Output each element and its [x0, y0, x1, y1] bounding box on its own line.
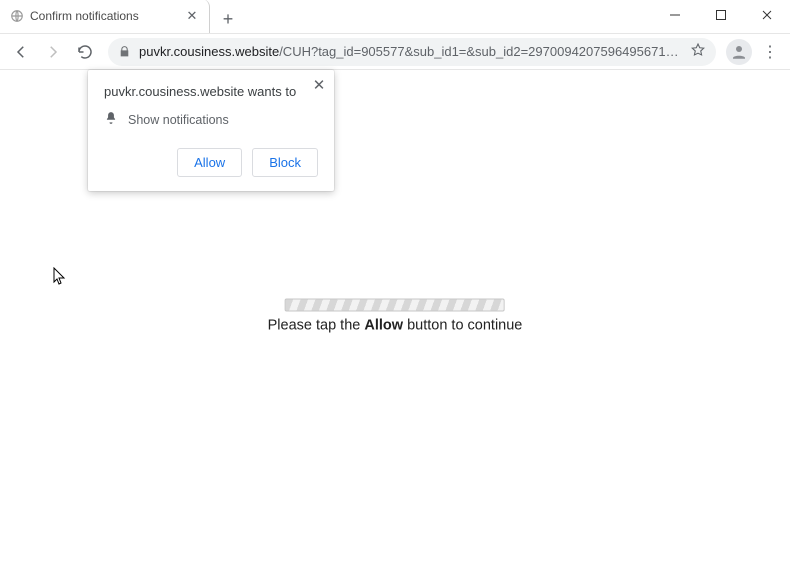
close-icon[interactable]: ✕: [310, 76, 328, 94]
profile-avatar[interactable]: [726, 39, 752, 65]
window-controls: [652, 0, 790, 30]
address-bar[interactable]: puvkr.cousiness.website/CUH?tag_id=90557…: [108, 38, 716, 66]
tab-title: Confirm notifications: [30, 9, 179, 23]
url-text: puvkr.cousiness.website/CUH?tag_id=90557…: [139, 44, 682, 59]
back-button[interactable]: [6, 37, 36, 67]
permission-origin-text: puvkr.cousiness.website wants to: [104, 84, 318, 99]
maximize-button[interactable]: [698, 0, 744, 30]
reload-button[interactable]: [70, 37, 100, 67]
page-message: Please tap the Allow button to continue: [268, 318, 523, 334]
menu-button[interactable]: ⋮: [756, 42, 784, 62]
close-window-button[interactable]: [744, 0, 790, 30]
close-tab-button[interactable]: ✕: [185, 8, 199, 24]
forward-button[interactable]: [38, 37, 68, 67]
bookmark-star-icon[interactable]: [690, 42, 706, 61]
mouse-cursor-icon: [53, 267, 67, 290]
page-viewport: ✕ puvkr.cousiness.website wants to Show …: [0, 70, 790, 562]
minimize-button[interactable]: [652, 0, 698, 30]
browser-tab[interactable]: Confirm notifications ✕: [0, 0, 210, 33]
new-tab-button[interactable]: +: [214, 5, 242, 33]
allow-button[interactable]: Allow: [177, 148, 242, 177]
block-button[interactable]: Block: [252, 148, 318, 177]
browser-titlebar: Confirm notifications ✕ +: [0, 0, 790, 34]
globe-icon: [10, 9, 24, 23]
fake-progress-bar: [285, 299, 505, 312]
bell-icon: [104, 111, 118, 128]
permission-capability-text: Show notifications: [128, 113, 229, 127]
lock-icon: [118, 45, 131, 58]
browser-toolbar: puvkr.cousiness.website/CUH?tag_id=90557…: [0, 34, 790, 70]
page-content: Please tap the Allow button to continue: [268, 299, 523, 334]
notification-permission-popup: ✕ puvkr.cousiness.website wants to Show …: [88, 70, 334, 191]
